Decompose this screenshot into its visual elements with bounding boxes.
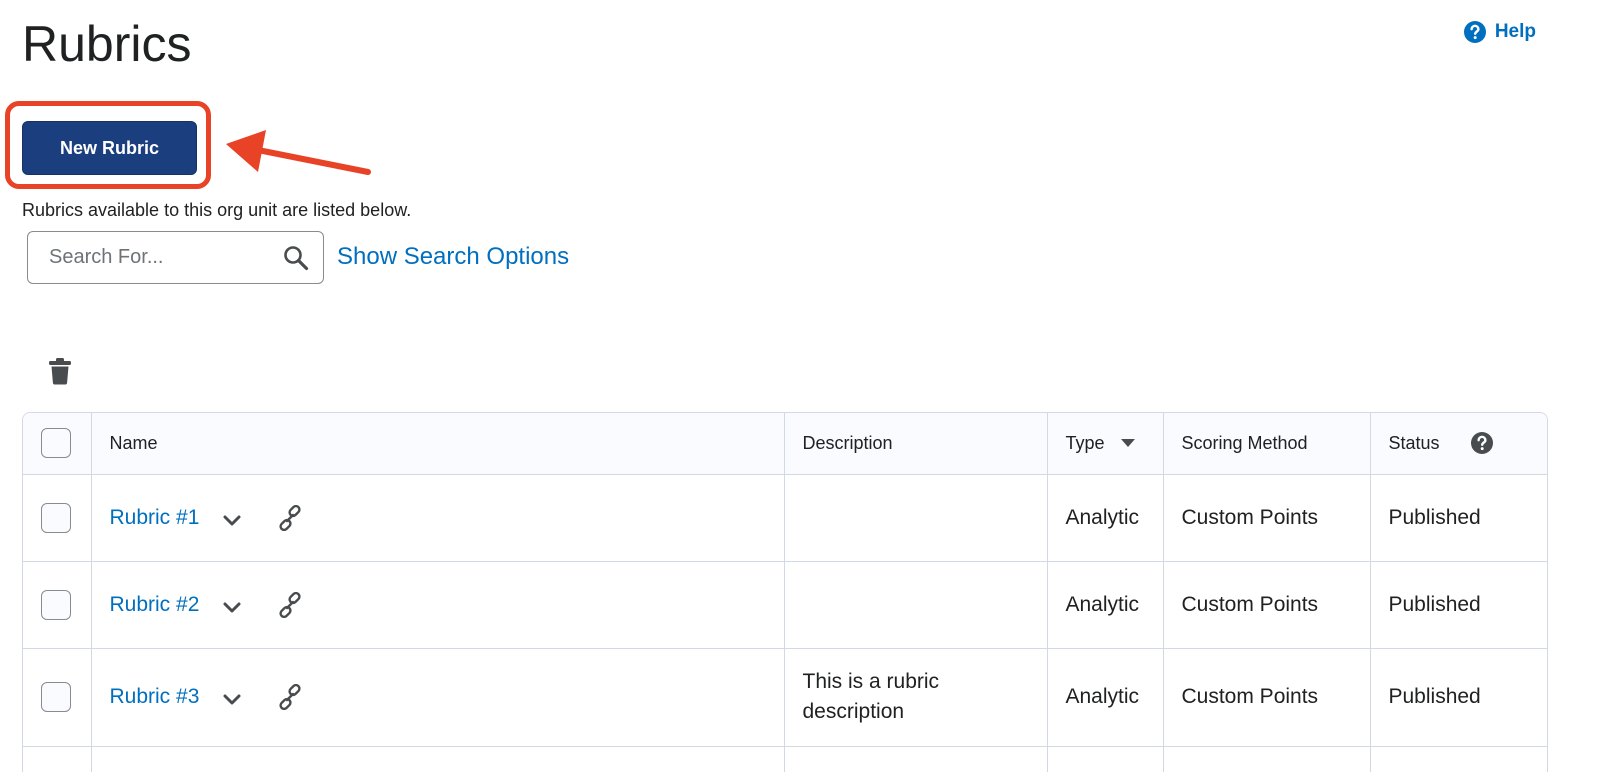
- row-select-cell: [23, 746, 92, 772]
- scoring-method-cell: Custom Points: [1163, 648, 1371, 747]
- table-row: Rubric #1 Analytic Custom Points Publish…: [23, 474, 1547, 562]
- name-cell: Rubric #1: [91, 474, 785, 562]
- select-all-checkbox[interactable]: [41, 428, 71, 459]
- search-box: [27, 231, 324, 284]
- scoring-method-cell: Custom Points: [1163, 474, 1371, 562]
- type-cell: Analytic: [1047, 474, 1164, 562]
- description-cell: This is a rubric description: [784, 648, 1048, 747]
- description-header: Description: [784, 413, 1048, 475]
- name-cell: [91, 746, 785, 772]
- page-title: Rubrics: [22, 16, 192, 72]
- chevron-down-icon[interactable]: [221, 689, 243, 711]
- table-header-row: Name Description Type Scoring Method Sta…: [23, 413, 1547, 475]
- rubrics-table-container: Name Description Type Scoring Method Sta…: [22, 412, 1548, 772]
- table-row: Rubric #2 Analytic Custom Points Publish…: [23, 561, 1547, 649]
- row-select-cell: [23, 648, 92, 747]
- description-cell: [784, 561, 1048, 649]
- help-circle-icon: [1463, 21, 1486, 43]
- intro-text: Rubrics available to this org unit are l…: [22, 200, 412, 220]
- chevron-down-icon[interactable]: [221, 510, 243, 532]
- search-icon[interactable]: [283, 245, 309, 271]
- new-rubric-button[interactable]: New Rubric: [22, 121, 197, 175]
- description-cell: [784, 746, 1048, 772]
- rubric-name-link[interactable]: Rubric #1: [110, 506, 210, 530]
- link-icon[interactable]: [277, 684, 303, 710]
- rubrics-table: Name Description Type Scoring Method Sta…: [23, 413, 1547, 772]
- description-cell: [784, 474, 1048, 562]
- type-sort-button[interactable]: Type: [1066, 433, 1145, 454]
- row-select-cell: [23, 474, 92, 562]
- status-header-label: Status: [1388, 432, 1440, 453]
- row-checkbox[interactable]: [41, 589, 71, 620]
- name-header: Name: [91, 413, 785, 475]
- rubric-name-link[interactable]: Rubric #2: [110, 593, 210, 617]
- row-checkbox[interactable]: [41, 682, 71, 712]
- link-icon[interactable]: [277, 504, 303, 531]
- table-row: Rubric #3 This is a rubric description A…: [23, 648, 1547, 747]
- name-cell: Rubric #2: [91, 561, 785, 649]
- annotation-arrow-icon: [226, 130, 371, 175]
- scoring-method-cell: Custom Points: [1163, 561, 1371, 649]
- type-header-label: Type: [1065, 432, 1105, 453]
- type-cell: [1047, 746, 1164, 772]
- search-input[interactable]: [47, 245, 283, 270]
- rubric-name-link[interactable]: Rubric #3: [110, 685, 210, 709]
- scoring-method-header: Scoring Method: [1163, 413, 1371, 475]
- help-circle-icon[interactable]: [1470, 431, 1494, 455]
- table-row: [23, 746, 1547, 772]
- link-icon[interactable]: [277, 591, 303, 618]
- rubrics-page: Rubrics Help New Rubric Rubrics availabl…: [0, 0, 1600, 772]
- type-cell: Analytic: [1047, 561, 1164, 649]
- help-link[interactable]: Help: [1463, 20, 1536, 44]
- type-header-cell: Type: [1047, 413, 1164, 475]
- status-cell: Published: [1370, 474, 1547, 562]
- type-cell: Analytic: [1047, 648, 1164, 747]
- status-header-cell: Status: [1370, 413, 1547, 475]
- row-select-cell: [23, 561, 92, 649]
- help-label: Help: [1494, 21, 1536, 42]
- row-checkbox[interactable]: [41, 502, 71, 533]
- trash-icon[interactable]: [48, 357, 72, 385]
- status-cell: [1370, 746, 1547, 772]
- chevron-down-icon[interactable]: [221, 597, 243, 619]
- status-cell: Published: [1370, 648, 1547, 747]
- show-search-options-link[interactable]: Show Search Options: [337, 243, 569, 271]
- name-cell: Rubric #3: [91, 648, 785, 747]
- scoring-method-cell: [1163, 746, 1371, 772]
- sort-down-icon: [1120, 439, 1135, 448]
- select-all-header: [23, 413, 92, 475]
- status-cell: Published: [1370, 561, 1547, 649]
